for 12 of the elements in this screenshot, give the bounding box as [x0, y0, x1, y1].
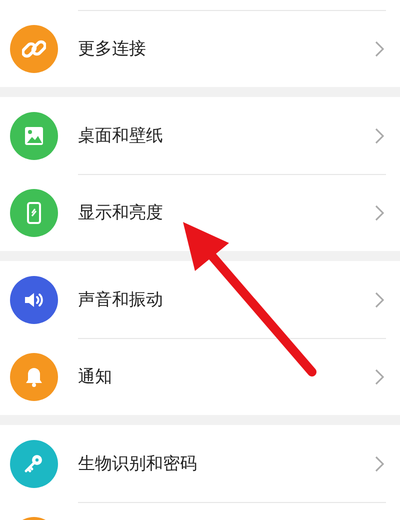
chevron-icon [374, 128, 384, 144]
chevron-icon [374, 40, 384, 56]
chevron-icon [374, 292, 384, 308]
setting-label[interactable]: 更多连接 [78, 37, 374, 60]
chevron-icon [374, 456, 384, 472]
setting-label[interactable]: 显示和亮度 [78, 201, 374, 224]
chevron-icon [374, 204, 384, 220]
setting-label[interactable]: 生物识别和密码 [78, 452, 374, 475]
setting-label[interactable]: 声音和振动 [78, 288, 374, 311]
chevron-icon [374, 368, 384, 384]
setting-label[interactable]: 通知 [78, 365, 374, 388]
setting-label[interactable]: 桌面和壁纸 [78, 124, 374, 147]
